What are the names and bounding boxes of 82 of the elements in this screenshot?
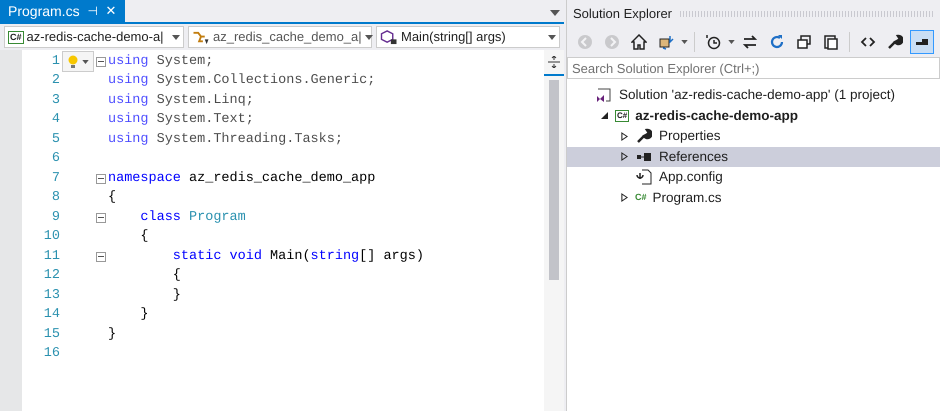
sync-icon bbox=[742, 34, 758, 50]
code-line: using System.Linq; bbox=[108, 92, 254, 110]
wrench-icon bbox=[635, 128, 653, 144]
collapse-icon[interactable] bbox=[96, 212, 106, 223]
scrollbar-thumb[interactable] bbox=[549, 80, 559, 280]
dropdown-arrow-icon bbox=[364, 34, 373, 40]
forward-icon bbox=[604, 34, 620, 50]
refresh-icon bbox=[769, 34, 785, 50]
line-number: 12 bbox=[42, 267, 61, 286]
line-number: 15 bbox=[42, 326, 61, 344]
csharp-icon: C# bbox=[8, 30, 24, 44]
code-line: } bbox=[108, 326, 116, 344]
code-navigation-dropdown[interactable]: Main(string[] args) bbox=[376, 26, 560, 48]
tree-item[interactable]: References bbox=[567, 146, 940, 167]
code-line: { bbox=[108, 189, 116, 208]
collapse-icon[interactable] bbox=[96, 252, 106, 262]
dropdown-arrow-icon[interactable] bbox=[681, 40, 688, 44]
tree-item[interactable]: Solution 'az-redis-cache-demo-app' (1 project) bbox=[567, 85, 940, 106]
line-number: 8 bbox=[50, 189, 61, 208]
csharp-file-icon: C# bbox=[635, 191, 647, 204]
close-icon[interactable]: ✕ bbox=[106, 1, 117, 21]
code-line: { bbox=[139, 228, 149, 246]
line-number: 5 bbox=[50, 130, 61, 149]
code-navigation-dropdown[interactable]: az_redis_cache_demo_a| bbox=[188, 26, 372, 48]
line-number: 3 bbox=[50, 92, 61, 110]
code-line: } bbox=[172, 286, 181, 305]
line-number: 2 bbox=[50, 72, 61, 90]
line-number: 16 bbox=[42, 345, 61, 364]
tree-item[interactable]: Properties bbox=[567, 126, 940, 146]
code-navigation-dropdown[interactable]: C# az-redis-cache-demo-a| bbox=[4, 26, 184, 48]
csharp-project-icon: C# bbox=[615, 110, 630, 122]
code-line: using System.Collections.Generic; bbox=[108, 72, 376, 90]
tree-item[interactable]: App.config bbox=[567, 167, 940, 188]
code-line: { bbox=[172, 267, 181, 286]
collapse-icon[interactable] bbox=[96, 56, 106, 67]
collapsed-arrow-icon[interactable] bbox=[620, 152, 628, 162]
dropdown-arrow-icon bbox=[548, 34, 556, 40]
dropdown-arrow-icon[interactable] bbox=[550, 10, 560, 16]
dropdown-arrow-icon bbox=[172, 34, 180, 40]
line-number: 10 bbox=[42, 228, 61, 246]
code-line: using System.Text; bbox=[108, 111, 254, 130]
pin-icon[interactable]: ⊣ bbox=[88, 2, 98, 20]
expanded-arrow-icon[interactable] bbox=[600, 112, 608, 120]
code-line: namespace az_redis_cache_demo_app bbox=[108, 170, 376, 188]
code-line: static void Main(string[] args) bbox=[172, 248, 424, 266]
back-icon bbox=[577, 34, 593, 50]
collapsed-arrow-icon[interactable] bbox=[620, 193, 628, 202]
method-icon bbox=[380, 30, 398, 44]
search-field[interactable]: Search Solution Explorer (Ctrl+;) bbox=[567, 57, 940, 79]
switch-views-icon bbox=[658, 34, 674, 50]
document-tab[interactable]: Program.cs ⊣ ✕ bbox=[0, 0, 125, 22]
dropdown-arrow-icon[interactable] bbox=[728, 40, 735, 44]
code-line: using System.Threading.Tasks; bbox=[108, 130, 343, 149]
solution-icon bbox=[595, 87, 613, 104]
preview-button[interactable] bbox=[910, 30, 934, 54]
lightbulb-icon bbox=[68, 54, 78, 68]
line-number: 9 bbox=[50, 208, 61, 227]
tree-item[interactable]: C# az-redis-cache-demo-app bbox=[567, 106, 940, 126]
vertical-scrollbar[interactable] bbox=[544, 50, 564, 411]
code-line: class Program bbox=[139, 208, 246, 227]
line-number: 6 bbox=[50, 150, 61, 168]
line-number: 14 bbox=[42, 306, 61, 324]
panel-title: Solution Explorer bbox=[572, 4, 672, 23]
collapse-all-icon bbox=[796, 34, 812, 50]
line-number: 1 bbox=[50, 52, 61, 71]
line-number: 13 bbox=[42, 286, 61, 305]
show-all-files-icon bbox=[823, 34, 839, 50]
collapse-icon[interactable] bbox=[96, 174, 106, 184]
namespace-icon bbox=[192, 30, 210, 44]
code-line: using System; bbox=[108, 52, 214, 71]
line-number: 11 bbox=[42, 248, 61, 266]
home-icon bbox=[631, 34, 647, 50]
dropdown-arrow-icon bbox=[82, 60, 88, 64]
line-number: 4 bbox=[50, 111, 61, 130]
properties-icon bbox=[887, 34, 903, 50]
code-line: } bbox=[139, 306, 149, 324]
collapsed-arrow-icon[interactable] bbox=[620, 132, 628, 141]
line-number: 7 bbox=[50, 170, 61, 188]
pending-changes-icon bbox=[705, 34, 721, 50]
tree-item[interactable]: C# Program.cs bbox=[567, 188, 940, 208]
quick-actions-button[interactable] bbox=[62, 51, 94, 72]
config-file-icon bbox=[635, 169, 653, 186]
